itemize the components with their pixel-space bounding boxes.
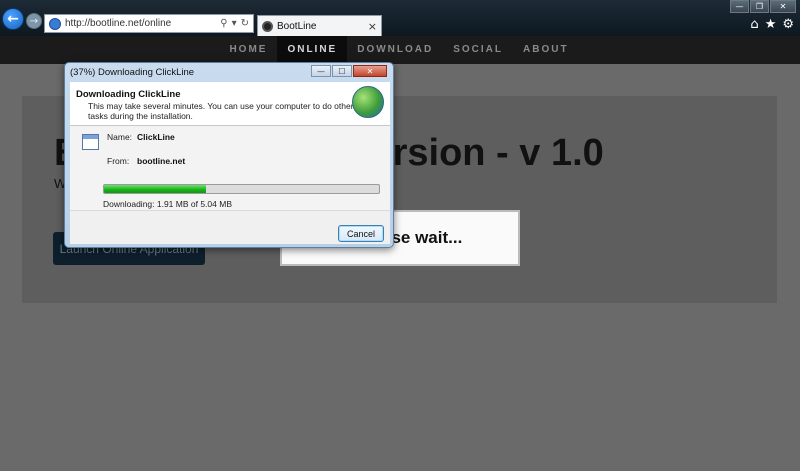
nav-item-home[interactable]: HOME: [219, 36, 277, 64]
forward-arrow-icon: →: [29, 15, 39, 27]
download-progress-text: Downloading: 1.91 MB of 5.04 MB: [103, 199, 232, 209]
nav-item-about[interactable]: ABOUT: [513, 36, 579, 64]
tab-title: BootLine: [277, 20, 317, 32]
browser-tab[interactable]: BootLine ×: [257, 15, 382, 36]
nav-item-download[interactable]: DOWNLOAD: [347, 36, 443, 64]
dialog-maximize-button[interactable]: ☐: [332, 65, 352, 77]
dialog-title: (37%) Downloading ClickLine: [70, 67, 195, 78]
site-navbar: HOME ONLINE DOWNLOAD SOCIAL ABOUT: [0, 36, 800, 64]
download-progress-fill: [104, 185, 206, 193]
back-arrow-icon: ←: [7, 11, 19, 27]
dialog-heading: Downloading ClickLine: [76, 89, 181, 100]
dialog-footer: Cancel: [70, 210, 390, 244]
browser-toolbar: ⌂ ★ ⚙: [750, 17, 794, 32]
dialog-description: This may take several minutes. You can u…: [88, 101, 354, 121]
name-label: Name:: [107, 132, 133, 142]
page-heading-end: ersion - v 1.0: [371, 132, 604, 174]
dialog-body: Name: ClickLine From: bootline.net Downl…: [70, 125, 390, 210]
download-dialog: (37%) Downloading ClickLine — ☐ ✕ Downlo…: [64, 62, 394, 248]
nav-item-online[interactable]: ONLINE: [277, 36, 348, 64]
cancel-button[interactable]: Cancel: [338, 225, 384, 242]
install-globe-icon: [352, 86, 384, 118]
address-bar[interactable]: http://bootline.net/online ⚲ ▾ ↻: [44, 14, 254, 33]
download-progress-bar: [103, 184, 380, 194]
dialog-window-controls: — ☐ ✕: [310, 65, 387, 77]
home-icon[interactable]: ⌂: [750, 17, 758, 32]
dialog-header: Downloading ClickLine This may take seve…: [70, 82, 390, 125]
refresh-icon[interactable]: ↻: [241, 18, 249, 29]
url-text[interactable]: http://bootline.net/online: [65, 18, 216, 29]
tab-close-icon[interactable]: ×: [368, 20, 377, 33]
back-button[interactable]: ←: [2, 8, 24, 30]
forward-button[interactable]: →: [26, 13, 42, 29]
minimize-window-button[interactable]: —: [730, 0, 749, 13]
settings-gear-icon[interactable]: ⚙: [782, 17, 794, 32]
dialog-close-button[interactable]: ✕: [353, 65, 387, 77]
dialog-minimize-button[interactable]: —: [311, 65, 331, 77]
restore-window-button[interactable]: ❐: [750, 0, 769, 13]
window-controls: — ❐ ✕: [729, 0, 796, 13]
name-value: ClickLine: [137, 132, 175, 142]
application-icon: [82, 134, 99, 150]
tab-favicon-icon: [262, 20, 273, 32]
browser-chrome: ← → http://bootline.net/online ⚲ ▾ ↻ Boo…: [0, 0, 800, 36]
search-icon[interactable]: ⚲: [220, 18, 227, 29]
from-value: bootline.net: [137, 156, 186, 166]
from-label: From:: [107, 156, 130, 166]
dropdown-icon[interactable]: ▾: [232, 18, 237, 29]
favorites-star-icon[interactable]: ★: [765, 17, 777, 32]
nav-item-social[interactable]: SOCIAL: [443, 36, 513, 64]
close-window-button[interactable]: ✕: [770, 0, 796, 13]
site-icon: [49, 17, 61, 30]
